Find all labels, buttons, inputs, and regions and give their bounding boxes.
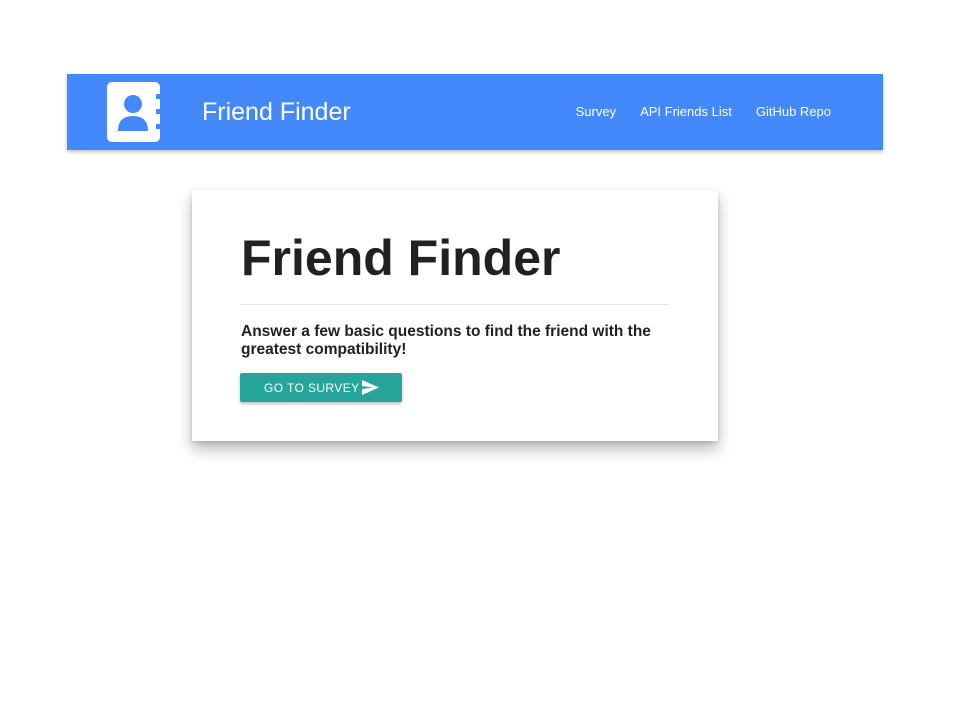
card-description: Answer a few basic questions to find the… <box>241 323 651 358</box>
nav-link-api-friends-list[interactable]: API Friends List <box>640 102 732 122</box>
contact-book-icon[interactable] <box>107 82 160 142</box>
card-divider <box>240 304 669 305</box>
card-title: Friend Finder <box>241 230 561 286</box>
send-icon <box>362 380 379 395</box>
go-to-survey-label: GO TO SURVEY <box>264 380 360 395</box>
top-navbar: Friend Finder Survey API Friends List Gi… <box>67 74 883 150</box>
intro-card: Friend Finder Answer a few basic questio… <box>192 190 718 441</box>
nav-link-github-repo[interactable]: GitHub Repo <box>756 102 831 122</box>
nav-link-survey[interactable]: Survey <box>576 102 616 122</box>
nav-links: Survey API Friends List GitHub Repo <box>576 102 831 122</box>
brand-title[interactable]: Friend Finder <box>202 94 351 130</box>
go-to-survey-button[interactable]: GO TO SURVEY <box>240 373 402 402</box>
